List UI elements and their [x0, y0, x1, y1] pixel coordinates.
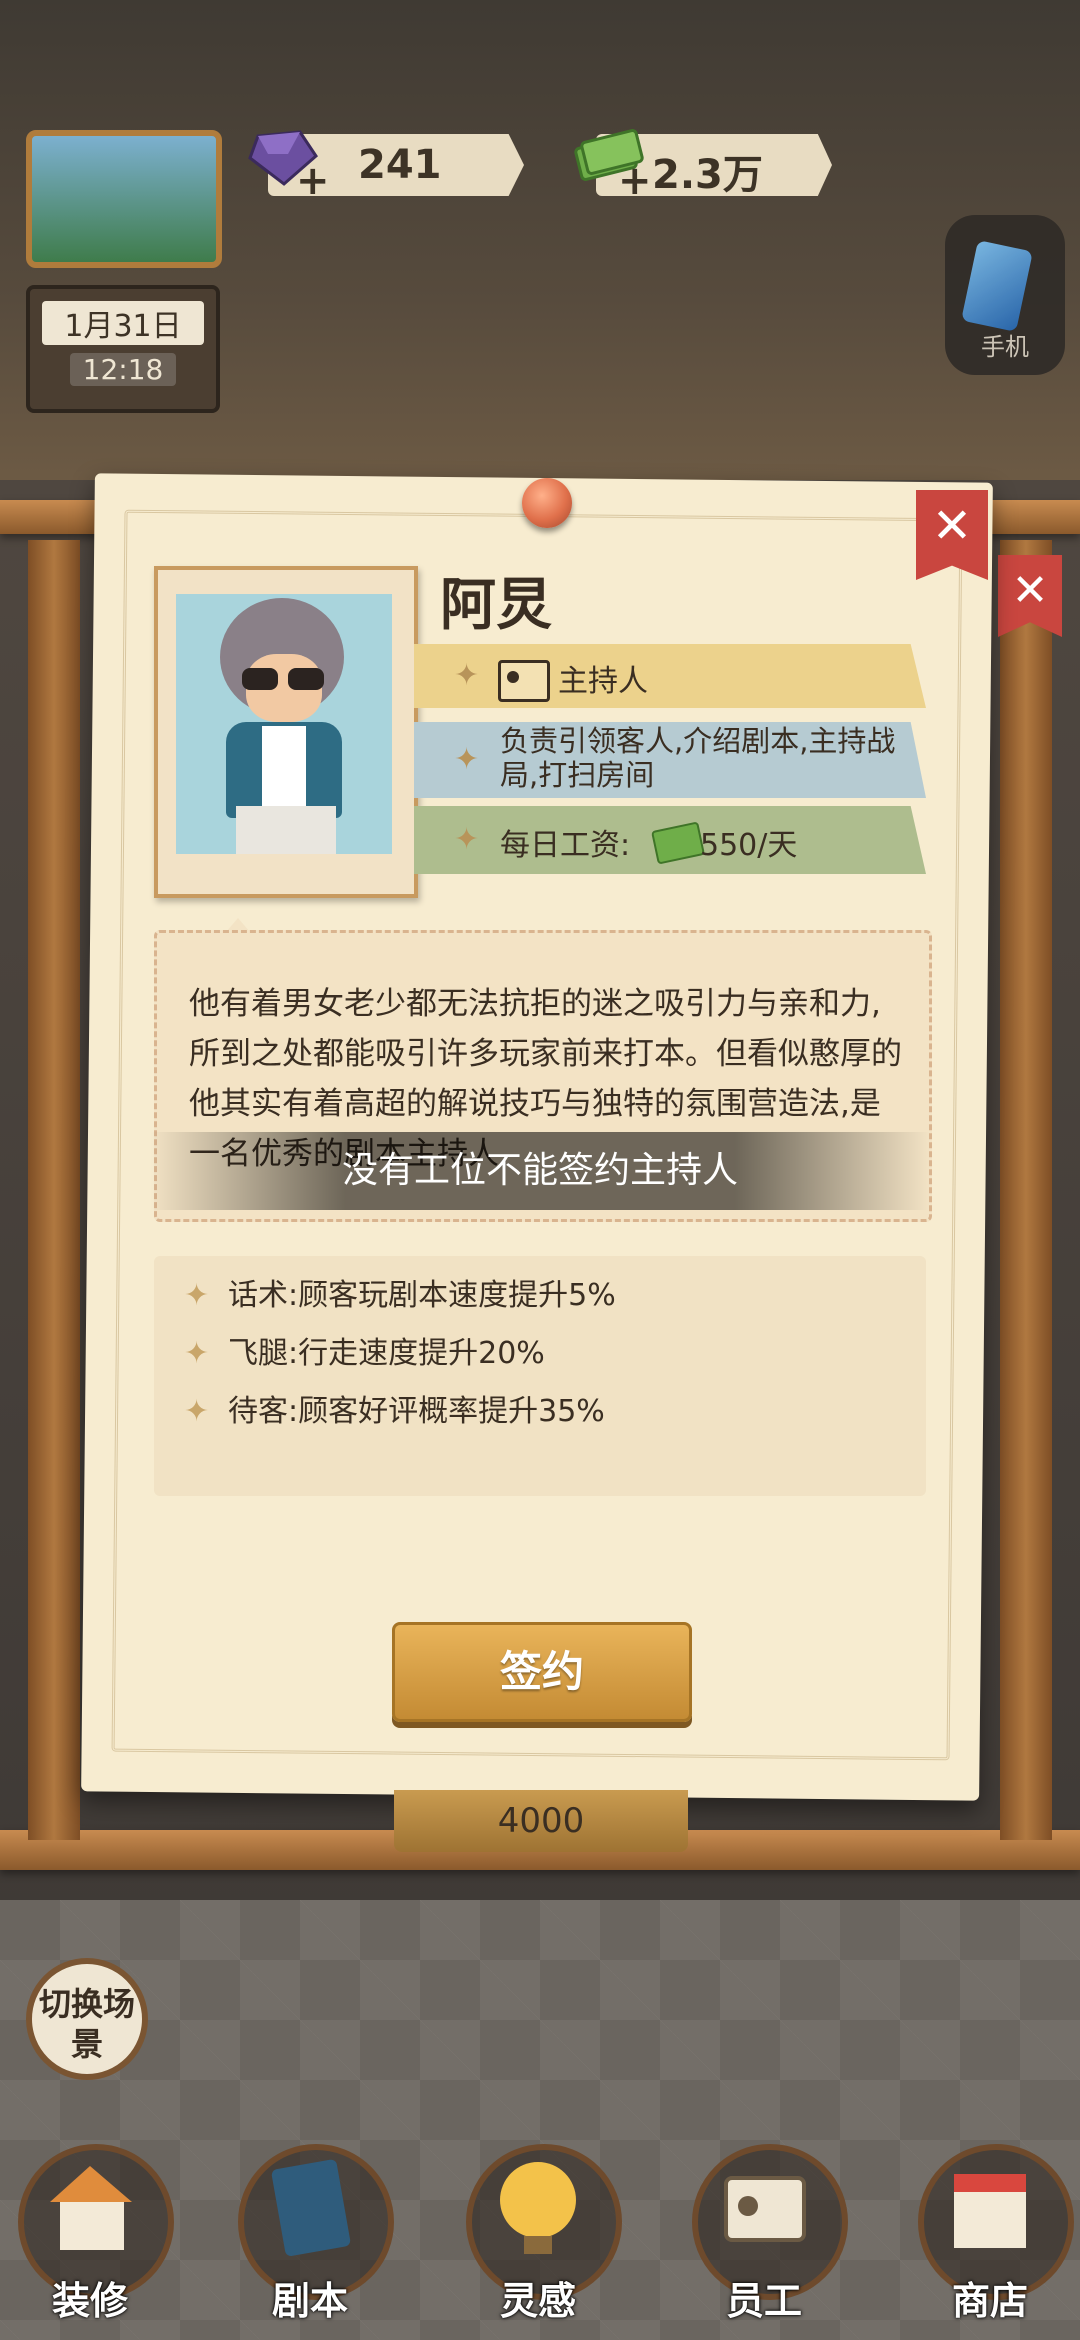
add-gems-icon[interactable]: +	[296, 158, 330, 204]
nav-shop[interactable]: 商店	[900, 2120, 1080, 2340]
skill-item: ✦ 待客:顾客好评概率提升35%	[184, 1386, 605, 1432]
cash-icon	[650, 821, 706, 865]
nav-label: 剧本	[271, 2279, 348, 2323]
warning-toast: 没有工位不能签约主持人	[150, 1132, 930, 1210]
nav-label: 员工	[725, 2279, 802, 2323]
sign-button[interactable]: 签约	[392, 1622, 692, 1722]
wood-post-left	[28, 540, 80, 1840]
salary-bar: ✦ 每日工资: 550/天	[414, 806, 926, 874]
sparkle-icon: ✦	[454, 822, 480, 857]
role-bar: ✦ 主持人	[414, 644, 926, 708]
add-cash-icon[interactable]: +	[618, 158, 652, 204]
gem-value: 241	[358, 142, 442, 188]
game-calendar: 1月31日 12:18	[26, 285, 220, 413]
skill-item: ✦ 话术:顾客玩剧本速度提升5%	[184, 1270, 616, 1316]
character-avatar	[176, 594, 392, 854]
nav-decorate[interactable]: 装修	[0, 2120, 180, 2340]
switch-scene-button[interactable]: 切换场景	[26, 1958, 148, 2080]
nav-label: 灵感	[499, 2279, 576, 2323]
duty-bar: ✦ 负责引领客人,介绍剧本,主持战局,打扫房间	[414, 722, 926, 798]
cost-value: 4000	[497, 1801, 585, 1841]
phone-label: 手机	[981, 333, 1029, 361]
nav-inspiration[interactable]: 灵感	[448, 2120, 628, 2340]
house-icon	[50, 2166, 132, 2250]
push-pin-icon	[522, 478, 572, 528]
skill-text: 待客:顾客好评概率提升35%	[228, 1394, 605, 1429]
nav-scripts[interactable]: 剧本	[220, 2120, 400, 2340]
id-badge-icon	[498, 660, 550, 702]
lightbulb-icon	[500, 2162, 576, 2254]
store-building-icon[interactable]	[26, 130, 222, 268]
employee-name: 阿炅	[440, 573, 552, 638]
sparkle-icon: ✦	[184, 1278, 210, 1313]
employee-portrait	[154, 566, 418, 898]
sparkle-icon: ✦	[184, 1394, 210, 1429]
phone-icon	[961, 240, 1033, 332]
skill-text: 话术:顾客玩剧本速度提升5%	[228, 1278, 616, 1313]
sparkle-icon: ✦	[184, 1336, 210, 1371]
skill-text: 飞腿:行走速度提升20%	[228, 1336, 545, 1371]
sparkle-icon: ✦	[454, 658, 480, 693]
close-icon: ✕	[1011, 565, 1049, 616]
book-icon	[271, 2159, 351, 2256]
nav-label: 商店	[951, 2279, 1028, 2323]
cost-bar-behind: 4000	[394, 1790, 688, 1852]
id-card-icon	[724, 2176, 806, 2242]
cash-value: 2.3万	[652, 152, 763, 198]
nav-label: 装修	[51, 2279, 128, 2323]
shop-icon	[954, 2174, 1026, 2248]
close-icon: ✕	[931, 498, 973, 554]
nav-staff[interactable]: 员工	[674, 2120, 854, 2340]
phone-button[interactable]: 手机	[945, 215, 1065, 375]
skill-list: ✦ 话术:顾客玩剧本速度提升5% ✦ 飞腿:行走速度提升20% ✦ 待客:顾客好评概率…	[154, 1256, 926, 1496]
calendar-date: 1月31日	[42, 301, 204, 345]
skill-item: ✦ 飞腿:行走速度提升20%	[184, 1328, 545, 1374]
wood-post-right	[1000, 540, 1052, 1840]
role-label: 主持人	[558, 664, 648, 699]
sparkle-icon: ✦	[454, 742, 480, 777]
duty-text: 负责引领客人,介绍剧本,主持战局,打扫房间	[500, 724, 896, 792]
calendar-time: 12:18	[70, 353, 176, 386]
salary-label: 每日工资:	[500, 828, 631, 863]
salary-value: 550/天	[700, 828, 798, 863]
